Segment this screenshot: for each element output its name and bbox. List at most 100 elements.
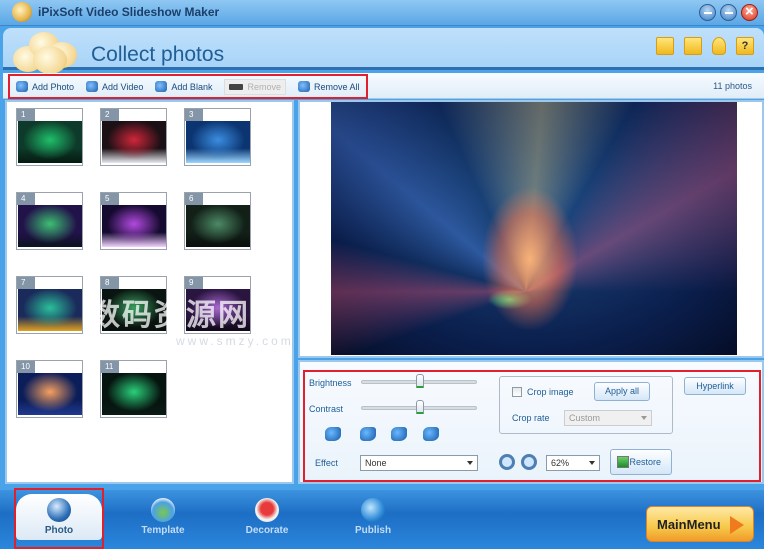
photo-thumbnail-image (18, 289, 82, 331)
photo-thumbnail[interactable]: 10 (16, 360, 83, 418)
page-title: Collect photos (91, 43, 225, 66)
template-icon (151, 498, 175, 522)
tab-publish[interactable]: Publish (330, 494, 416, 540)
photo-number: 6 (185, 193, 203, 205)
brightness-slider-handle[interactable] (416, 374, 424, 388)
remove-icon (229, 83, 244, 90)
edit-controls-group: Brightness Contrast Effect None Crop ima… (303, 370, 761, 482)
decorate-heart-icon (255, 498, 279, 522)
apply-all-button[interactable]: Apply all (594, 382, 650, 401)
app-logo-icon (12, 2, 32, 22)
photo-thumbnail[interactable]: 7 (16, 276, 83, 334)
contrast-slider-handle[interactable] (416, 400, 424, 414)
rotate-left-icon[interactable] (325, 427, 341, 441)
photo-number: 4 (17, 193, 35, 205)
photo-thumbnail-image (102, 205, 166, 247)
photo-count: 11 photos (713, 81, 752, 91)
flip-vertical-icon[interactable] (423, 427, 439, 441)
play-arrow-icon (730, 516, 744, 534)
remove-button[interactable]: Remove (224, 78, 286, 95)
close-button[interactable] (741, 3, 758, 21)
photo-thumbnail[interactable]: 5 (100, 192, 167, 250)
photo-list-panel: 1 2 3 4 5 6 7 8 9 10 11 (5, 100, 294, 484)
preview-image (331, 102, 737, 355)
photo-number: 3 (185, 109, 203, 121)
chevron-down-icon (589, 461, 595, 465)
photo-thumbnail[interactable]: 8 (100, 276, 167, 334)
photo-thumbnail-image (18, 121, 82, 163)
crop-image-label: Crop image (527, 387, 574, 397)
tab-template[interactable]: Template (120, 494, 206, 540)
photo-thumbnail-image (18, 205, 82, 247)
brightness-slider[interactable] (361, 374, 477, 388)
zoom-out-icon[interactable] (521, 454, 537, 470)
remove-all-icon (297, 81, 310, 92)
remove-all-button[interactable]: Remove All (297, 81, 360, 92)
add-photo-button[interactable]: Add Photo (16, 81, 74, 92)
edit-controls-panel: Brightness Contrast Effect None Crop ima… (298, 360, 764, 484)
photo-number: 8 (101, 277, 119, 289)
add-video-button[interactable]: Add Video (86, 81, 143, 92)
crop-settings-group: Crop image Apply all Crop rate Custom (499, 376, 673, 434)
photo-toolbar: Add Photo Add Video Add Blank Remove Rem… (3, 73, 764, 99)
photo-number: 9 (185, 277, 203, 289)
photo-number: 7 (17, 277, 35, 289)
effect-label: Effect (315, 458, 338, 468)
photo-thumbnail[interactable]: 11 (100, 360, 167, 418)
hyperlink-button[interactable]: Hyperlink (684, 377, 746, 395)
photo-number: 5 (101, 193, 119, 205)
window-title: iPixSoft Video Slideshow Maker (38, 5, 220, 19)
photo-tab-highlight (14, 488, 104, 549)
photo-thumbnail-image (102, 373, 166, 415)
restore-button[interactable]: Restore (610, 449, 672, 475)
add-photo-icon (16, 81, 28, 92)
photo-thumbnail[interactable]: 3 (184, 108, 251, 166)
photo-thumbnail-image (102, 289, 166, 331)
photo-thumbnail-image (186, 205, 250, 247)
photo-thumbnail-image (102, 121, 166, 163)
minimize-button[interactable] (699, 4, 716, 21)
effect-select[interactable]: None (360, 455, 478, 471)
tab-decorate[interactable]: Decorate (224, 494, 310, 540)
crop-image-checkbox[interactable] (512, 387, 522, 397)
photo-thumbnail-image (186, 289, 250, 331)
preview-panel (298, 100, 764, 358)
photo-thumbnail[interactable]: 6 (184, 192, 251, 250)
photo-thumbnail-image (186, 121, 250, 163)
photo-number: 1 (17, 109, 35, 121)
chevron-down-icon (467, 461, 473, 465)
crop-rate-label: Crop rate (512, 413, 550, 423)
photo-number: 10 (17, 361, 35, 373)
photo-number: 11 (101, 361, 119, 373)
contrast-label: Contrast (309, 404, 344, 414)
contrast-slider[interactable] (361, 400, 477, 414)
photo-thumbnail[interactable]: 9 (184, 276, 251, 334)
help-icon[interactable]: ? (736, 37, 754, 55)
main-menu-button[interactable]: MainMenu (646, 506, 754, 542)
add-blank-icon (155, 81, 168, 92)
photo-thumbnail[interactable]: 4 (16, 192, 83, 250)
crop-rate-select[interactable]: Custom (564, 410, 652, 426)
flower-logo-icon (11, 32, 83, 74)
save-icon[interactable] (684, 37, 702, 55)
flip-horizontal-icon[interactable] (391, 427, 407, 441)
photo-thumbnail-image (18, 373, 82, 415)
toolbar-button-group: Add Photo Add Video Add Blank Remove Rem… (8, 74, 368, 99)
brightness-label: Brightness (309, 378, 352, 388)
zoom-select[interactable]: 62% (546, 455, 600, 471)
publish-globe-icon (361, 498, 385, 522)
page-header: Collect photos ? (3, 28, 764, 74)
chevron-down-icon (641, 416, 647, 420)
user-icon[interactable] (712, 37, 726, 55)
photo-thumbnail[interactable]: 1 (16, 108, 83, 166)
add-blank-button[interactable]: Add Blank (155, 81, 212, 92)
add-video-icon (86, 81, 99, 92)
maximize-button[interactable] (720, 4, 737, 21)
open-folder-icon[interactable] (656, 37, 674, 55)
photo-number: 2 (101, 109, 119, 121)
restore-icon (617, 456, 629, 468)
title-bar: iPixSoft Video Slideshow Maker (0, 0, 764, 26)
photo-thumbnail[interactable]: 2 (100, 108, 167, 166)
zoom-in-icon[interactable] (499, 454, 515, 470)
rotate-right-icon[interactable] (360, 427, 376, 441)
